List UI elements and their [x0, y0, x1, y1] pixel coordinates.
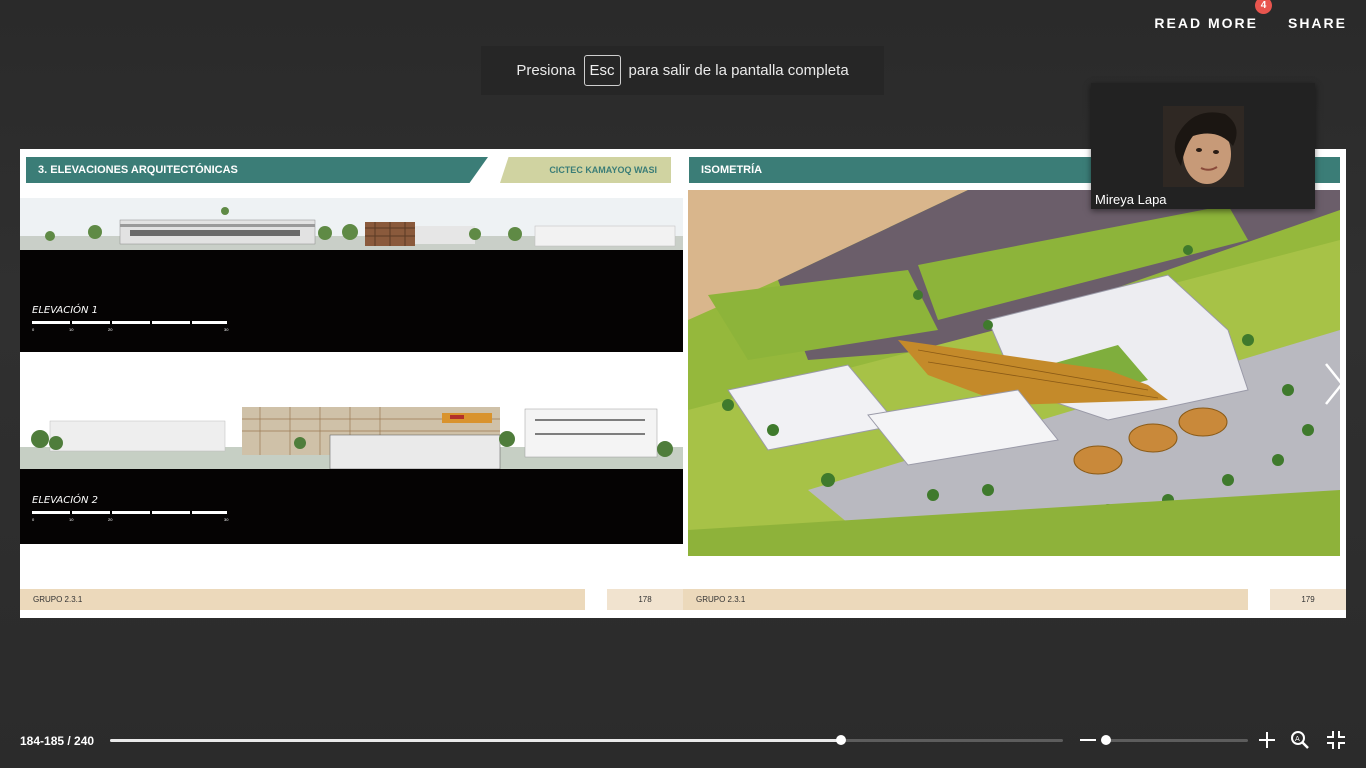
- participant-avatar: [1163, 106, 1244, 187]
- svg-text:A: A: [1295, 735, 1300, 743]
- page-progress-thumb[interactable]: [835, 735, 846, 745]
- minus-icon: [1080, 739, 1096, 741]
- bottom-control-bar: [0, 716, 1366, 768]
- zoom-in-button[interactable]: [1257, 730, 1277, 750]
- chevron-right-icon: [1325, 363, 1344, 405]
- scale-tick: 10: [69, 327, 74, 332]
- page-progress-track[interactable]: [110, 739, 1063, 742]
- participant-video-tile[interactable]: Mireya Lapa: [1091, 83, 1315, 209]
- share-button[interactable]: SHARE: [1288, 15, 1347, 31]
- right-page: ISOMETRÍA GRUPO 2.3.1 179: [683, 149, 1346, 618]
- section-title: 3. ELEVACIONES ARQUITECTÓNICAS: [26, 157, 488, 183]
- esc-key-hint: Esc: [583, 55, 621, 86]
- zoom-search-icon: A: [1291, 731, 1309, 749]
- exit-fullscreen-button[interactable]: [1326, 730, 1346, 750]
- page-progress-fill: [110, 739, 841, 742]
- zoom-out-button[interactable]: [1078, 730, 1098, 750]
- elevation-1-backdrop: [20, 250, 683, 352]
- top-bar: READ MORE 4 SHARE: [1154, 0, 1366, 46]
- next-page-button[interactable]: [1322, 362, 1346, 406]
- previous-page-button[interactable]: [20, 362, 44, 406]
- notice-prefix: Presiona: [516, 62, 576, 79]
- right-page-number: 179: [1270, 589, 1346, 610]
- scale-tick: 30: [224, 517, 229, 522]
- elevation-1-label: ELEVACIÓN 1: [32, 305, 99, 316]
- elevation-2-drawing: [20, 399, 683, 469]
- scale-tick: 10: [69, 517, 74, 522]
- read-more-label: READ MORE: [1154, 15, 1258, 31]
- read-more-button[interactable]: READ MORE 4: [1154, 0, 1272, 31]
- scale-tick: 0: [32, 327, 35, 332]
- participant-name: Mireya Lapa: [1095, 192, 1167, 207]
- scale-tick: 0: [32, 517, 35, 522]
- elevation-1-scale-bar: 0 10 20 30: [32, 321, 229, 332]
- zoom-slider-thumb[interactable]: [1101, 735, 1111, 745]
- document-spread[interactable]: 3. ELEVACIONES ARQUITECTÓNICAS CICTEC KA…: [20, 149, 1346, 618]
- scale-tick: 20: [108, 327, 113, 332]
- elevation-2-label: ELEVACIÓN 2: [32, 495, 99, 506]
- notice-suffix: para salir de la pantalla completa: [628, 62, 849, 79]
- left-page: 3. ELEVACIONES ARQUITECTÓNICAS CICTEC KA…: [20, 149, 683, 618]
- right-footer-group: GRUPO 2.3.1: [683, 589, 1248, 610]
- elevation-2-scale-bar: 0 10 20 30: [32, 511, 229, 522]
- plus-icon: [1259, 732, 1275, 748]
- scale-tick: 20: [108, 517, 113, 522]
- zoom-search-button[interactable]: A: [1290, 730, 1310, 750]
- elevation-2-backdrop: [20, 469, 683, 544]
- page-indicator: 184-185 / 240: [20, 734, 95, 748]
- elevation-1-drawing: [20, 198, 683, 250]
- isometric-render: [688, 190, 1340, 556]
- left-footer-group: GRUPO 2.3.1: [20, 589, 585, 610]
- scale-tick: 30: [224, 327, 229, 332]
- exit-fullscreen-icon: [1327, 731, 1345, 749]
- left-page-number: 178: [607, 589, 683, 610]
- notification-badge: 4: [1254, 0, 1272, 14]
- fullscreen-exit-notice: Presiona Esc para salir de la pantalla c…: [481, 46, 884, 95]
- project-tag: CICTEC KAMAYOQ WASI: [500, 157, 671, 183]
- zoom-slider-track[interactable]: [1106, 739, 1248, 742]
- chevron-left-icon: [22, 363, 41, 405]
